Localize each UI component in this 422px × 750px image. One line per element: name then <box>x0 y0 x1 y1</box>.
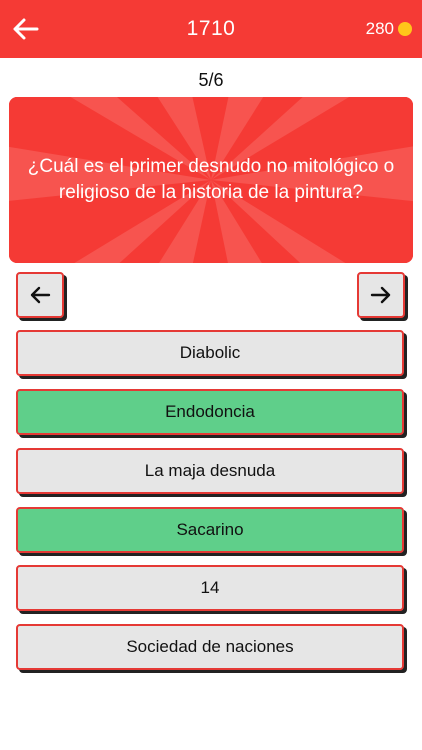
answer-option-5[interactable]: 14 <box>16 565 404 611</box>
previous-question-button[interactable] <box>16 272 64 318</box>
arrow-right-icon <box>370 286 391 304</box>
answer-option-1[interactable]: Diabolic <box>16 330 404 376</box>
coin-icon <box>398 22 412 36</box>
top-bar: 1710 280 <box>0 0 422 58</box>
answer-option-3[interactable]: La maja desnuda <box>16 448 404 494</box>
coin-counter: 280 <box>366 0 412 58</box>
question-progress: 5/6 <box>198 70 224 90</box>
question-text: ¿Cuál es el primer desnudo no mitológico… <box>27 156 395 203</box>
answer-option-4[interactable]: Sacarino <box>16 507 404 553</box>
answer-option-2[interactable]: Endodoncia <box>16 389 404 435</box>
level-title: 1710 <box>186 17 236 40</box>
next-question-button[interactable] <box>357 272 405 318</box>
arrow-left-icon <box>30 286 51 304</box>
question-card: ¿Cuál es el primer desnudo no mitológico… <box>9 97 413 263</box>
answer-option-6[interactable]: Sociedad de naciones <box>16 624 404 670</box>
coin-count: 280 <box>365 19 394 38</box>
